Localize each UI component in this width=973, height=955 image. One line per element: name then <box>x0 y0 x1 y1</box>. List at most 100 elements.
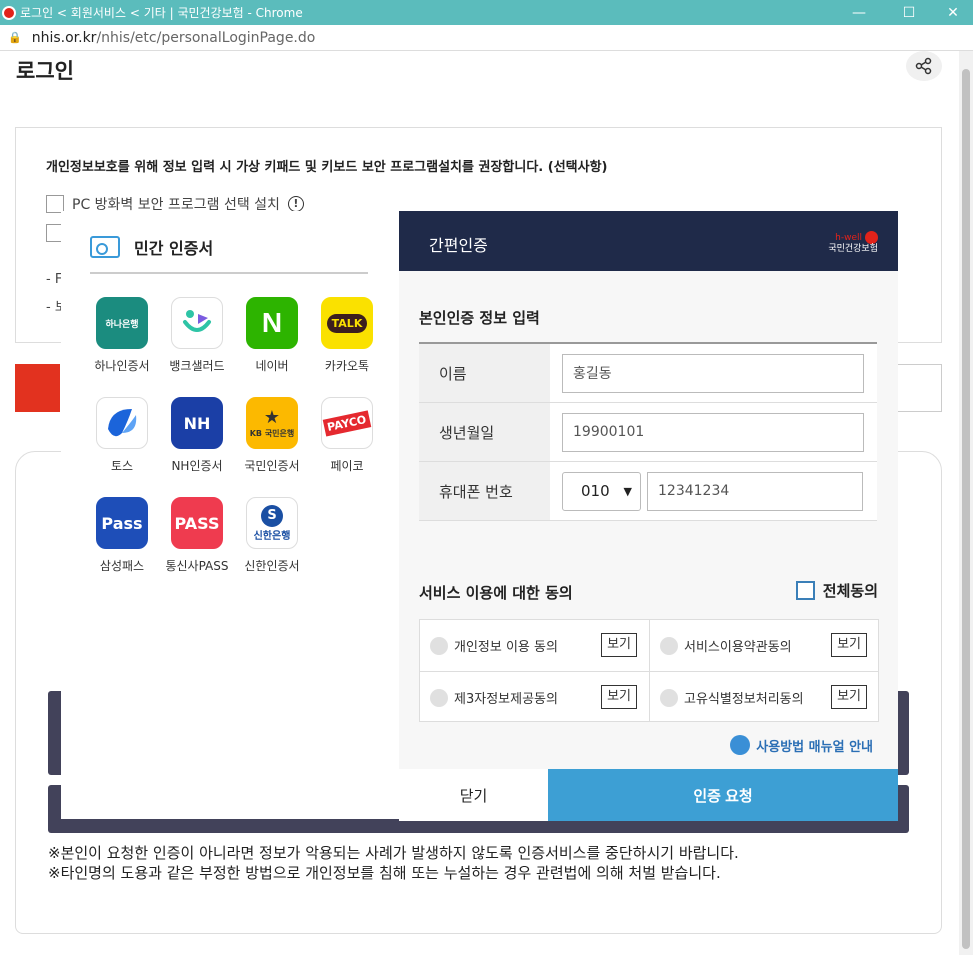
cert-app-nh[interactable]: NH NH인증서 <box>160 397 234 474</box>
agreement-radio[interactable] <box>660 688 678 707</box>
birth-label: 생년월일 <box>419 403 550 461</box>
cert-app-naver[interactable]: N 네이버 <box>235 297 309 374</box>
window-titlebar: 로그인 < 회원서비스 < 기타 | 국민건강보험 - Chrome — ☐ ✕ <box>0 0 973 25</box>
modal-header: 간편인증 h-well 국민건강보험 <box>399 211 898 271</box>
agreement-privacy[interactable]: 개인정보 이용 동의 보기 <box>420 620 649 671</box>
bullet-line-1: - F <box>46 272 63 287</box>
auth-request-button[interactable]: 인증 요청 <box>548 769 898 821</box>
login-tab-active[interactable] <box>15 364 60 412</box>
name-input[interactable]: 홍길동 <box>562 353 864 393</box>
name-label: 이름 <box>419 344 550 402</box>
agreement-third-party[interactable]: 제3자정보제공동의 보기 <box>420 672 649 723</box>
page-content: 로그인 개인정보보호를 위해 정보 입력 시 가상 키패드 및 키보드 보안 프… <box>0 51 973 955</box>
cert-app-label: 토스 <box>110 459 134 473</box>
kakaotalk-icon: TALK <box>321 297 373 349</box>
cert-app-samsungpass[interactable]: Pass 삼성패스 <box>85 497 159 574</box>
view-button[interactable]: 보기 <box>601 685 637 709</box>
url-path: /nhis/etc/personalLoginPage.do <box>96 29 316 46</box>
naver-icon: N <box>246 297 298 349</box>
birth-input[interactable]: 19900101 <box>562 412 864 452</box>
samsung-pass-icon: Pass <box>96 497 148 549</box>
url-host: nhis.or.kr <box>31 29 97 46</box>
cert-app-telecom-pass[interactable]: PASS 통신사PASS <box>160 497 234 574</box>
divider <box>90 272 368 274</box>
close-button[interactable]: 닫기 <box>399 769 548 821</box>
agree-all-box[interactable] <box>795 581 815 600</box>
identity-form: 이름 홍길동 생년월일 19900101 휴대폰 번호 010 ▼ 1234123… <box>419 342 877 521</box>
consent-title: 서비스 이용에 대한 동의 <box>419 584 573 602</box>
page-scrollbar[interactable] <box>959 51 973 955</box>
agreement-radio[interactable] <box>430 636 448 655</box>
lock-icon: 🔒 <box>8 31 22 44</box>
warning-text-1: ※본인이 요청한 인증이 아니라면 정보가 악용되는 사례가 발생하지 않도록 … <box>48 844 739 862</box>
view-button[interactable]: 보기 <box>601 633 637 657</box>
agreement-radio[interactable] <box>660 636 678 655</box>
security-notice-text: 개인정보보호를 위해 정보 입력 시 가상 키패드 및 키보드 보안 프로그램설… <box>46 160 608 175</box>
view-button[interactable]: 보기 <box>831 633 867 657</box>
maximize-button[interactable]: ☐ <box>886 0 932 25</box>
agreement-label: 고유식별정보처리동의 <box>684 692 804 707</box>
phone-input[interactable]: 12341234 <box>647 471 863 511</box>
cert-app-shinhan[interactable]: S 신한은행 신한인증서 <box>235 497 309 574</box>
modal-title: 간편인증 <box>429 236 488 255</box>
cert-app-label: 삼성패스 <box>99 559 145 573</box>
cert-app-label: 국민인증서 <box>244 459 300 473</box>
chevron-down-icon: ▼ <box>623 484 632 498</box>
cert-app-label: 신한인증서 <box>244 559 300 573</box>
cert-app-kb[interactable]: ★ KB 국민은행 국민인증서 <box>235 397 309 474</box>
private-cert-panel: 민간 인증서 하나은행 하나인증서 뱅크샐러드 N 네이버 TALK 카카오톡 <box>61 211 399 819</box>
cert-app-label: NH인증서 <box>171 459 223 473</box>
agreement-table: 개인정보 이용 동의 보기 서비스이용약관동의 보기 제3자정보제공동의 보기 … <box>419 619 879 722</box>
banksalad-icon <box>171 297 223 349</box>
cert-app-banksalad[interactable]: 뱅크샐러드 <box>160 297 234 374</box>
info-icon[interactable]: ! <box>287 196 304 212</box>
shinhan-icon: S 신한은행 <box>246 497 298 549</box>
person-icon <box>730 735 751 755</box>
tab-edge <box>898 364 942 412</box>
cert-app-toss[interactable]: 토스 <box>85 397 159 474</box>
agreement-unique-id[interactable]: 고유식별정보처리동의 보기 <box>650 672 879 723</box>
identity-section-title: 본인인증 정보 입력 <box>419 309 540 327</box>
scrollbar-thumb[interactable] <box>962 69 970 949</box>
address-bar[interactable]: 🔒 nhis.or.kr/nhis/etc/personalLoginPage.… <box>0 25 973 51</box>
manual-link-label: 사용방법 매뉴얼 안내 <box>756 739 873 755</box>
view-button[interactable]: 보기 <box>831 685 867 709</box>
share-icon <box>915 57 932 75</box>
agreement-label: 제3자정보제공동의 <box>454 692 558 707</box>
toss-icon <box>96 397 148 449</box>
nhis-logo: h-well 국민건강보험 <box>828 231 878 254</box>
manual-link[interactable]: 사용방법 매뉴얼 안내 <box>730 735 873 755</box>
agreement-terms[interactable]: 서비스이용약관동의 보기 <box>650 620 879 671</box>
window-title: 로그인 < 회원서비스 < 기타 | 국민건강보험 - Chrome <box>20 6 303 20</box>
cert-app-label: 네이버 <box>255 359 289 373</box>
cert-app-label: 카카오톡 <box>324 359 370 373</box>
share-button[interactable] <box>906 51 942 81</box>
phone-label: 휴대폰 번호 <box>419 462 550 520</box>
birth-row: 생년월일 19900101 <box>419 403 877 462</box>
cert-app-hana[interactable]: 하나은행 하나인증서 <box>85 297 159 374</box>
agree-all-checkbox[interactable]: 전체동의 <box>795 580 878 601</box>
cert-app-label: 페이코 <box>330 459 364 473</box>
close-window-button[interactable]: ✕ <box>930 0 973 25</box>
kb-icon: ★ KB 국민은행 <box>246 397 298 449</box>
page-title: 로그인 <box>16 59 74 83</box>
cert-app-kakaotalk[interactable]: TALK 카카오톡 <box>310 297 384 374</box>
warning-text-2: ※타인명의 도용과 같은 부정한 방법으로 개인정보를 침해 또는 누설하는 경… <box>48 864 721 882</box>
cert-app-label: 하나인증서 <box>94 359 150 373</box>
minimize-button[interactable]: — <box>836 0 882 25</box>
certificate-icon <box>90 236 120 258</box>
phone-prefix-select[interactable]: 010 ▼ <box>562 471 641 511</box>
agreement-label: 개인정보 이용 동의 <box>454 640 558 655</box>
cert-app-label: 뱅크샐러드 <box>169 359 225 373</box>
pass-icon: PASS <box>171 497 223 549</box>
agreement-radio[interactable] <box>430 688 448 707</box>
payco-icon: PAYCO <box>321 397 373 449</box>
private-cert-title: 민간 인증서 <box>134 239 214 258</box>
nh-icon: NH <box>171 397 223 449</box>
private-cert-header: 민간 인증서 <box>90 235 213 259</box>
phone-row: 휴대폰 번호 010 ▼ 12341234 <box>419 462 877 521</box>
agree-all-label: 전체동의 <box>822 582 878 600</box>
chrome-app-icon <box>2 5 16 20</box>
agreement-label: 서비스이용약관동의 <box>684 640 792 655</box>
cert-app-payco[interactable]: PAYCO 페이코 <box>310 397 384 474</box>
